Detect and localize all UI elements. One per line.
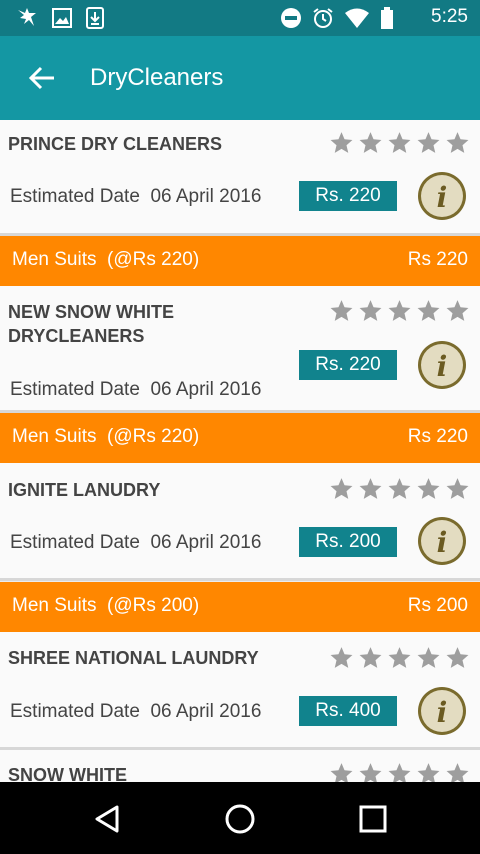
- estimated-label: Estimated Date: [10, 379, 140, 400]
- price-badge: Rs. 400: [299, 696, 397, 726]
- cleaner-name: PRINCE DRY CLEANERS: [8, 134, 223, 154]
- order-item-rate: (@Rs 220): [107, 426, 200, 447]
- star-icon[interactable]: [329, 298, 354, 323]
- back-nav-icon[interactable]: [92, 804, 122, 834]
- star-icon[interactable]: [387, 476, 412, 501]
- download-icon: [86, 7, 104, 29]
- dry-cleaner-list[interactable]: PRINCE DRY CLEANERS Estimated Date 06 Ap…: [0, 120, 480, 782]
- rating-stars[interactable]: [329, 130, 470, 155]
- back-arrow-icon[interactable]: [28, 64, 56, 92]
- wifi-icon: [345, 8, 369, 28]
- list-item[interactable]: SNOW WHITE: [0, 750, 480, 782]
- order-item-label: Men Suits: [12, 595, 97, 616]
- order-summary-row: Men Suits (@Rs 200) Rs 200: [0, 582, 480, 632]
- info-button[interactable]: i: [418, 687, 466, 735]
- list-item[interactable]: PRINCE DRY CLEANERS Estimated Date 06 Ap…: [0, 120, 480, 236]
- star-icon[interactable]: [445, 130, 470, 155]
- list-item[interactable]: IGNITE LANUDRY Estimated Date 06 April 2…: [0, 463, 480, 581]
- list-item[interactable]: SHREE NATIONAL LAUNDRY Estimated Date 06…: [0, 632, 480, 750]
- cleaner-name: SNOW WHITE: [8, 765, 127, 782]
- price-badge: Rs. 200: [299, 527, 397, 557]
- star-icon[interactable]: [445, 761, 470, 782]
- order-item-rate: (@Rs 200): [107, 595, 200, 616]
- order-summary-row: Men Suits (@Rs 220) Rs 220: [0, 413, 480, 463]
- cleaner-name: IGNITE LANUDRY: [8, 480, 161, 500]
- info-button[interactable]: i: [418, 172, 466, 220]
- estimated-label: Estimated Date: [10, 186, 140, 207]
- estimated-label: Estimated Date: [10, 701, 140, 722]
- order-item-rate: (@Rs 220): [107, 249, 200, 270]
- estimated-date: Estimated Date 06 April 2016: [10, 379, 261, 401]
- order-item-label: Men Suits: [12, 426, 97, 447]
- star-icon[interactable]: [329, 761, 354, 782]
- cleaner-name: NEW SNOW WHITE DRYCLEANERS: [8, 302, 174, 346]
- star-icon[interactable]: [445, 645, 470, 670]
- star-icon[interactable]: [416, 130, 441, 155]
- star-icon[interactable]: [329, 476, 354, 501]
- cleaner-name: SHREE NATIONAL LAUNDRY: [8, 648, 259, 668]
- star-icon[interactable]: [358, 645, 383, 670]
- settings-icon: [18, 8, 36, 26]
- order-amount: Rs 200: [407, 595, 468, 616]
- clock: 5:25: [431, 6, 468, 27]
- star-icon[interactable]: [358, 476, 383, 501]
- order-summary-row: Men Suits (@Rs 220) Rs 220: [0, 236, 480, 286]
- date-value: 06 April 2016: [150, 379, 262, 400]
- star-icon[interactable]: [358, 761, 383, 782]
- dnd-icon: [281, 8, 301, 28]
- rating-stars[interactable]: [329, 298, 470, 323]
- order-amount: Rs 220: [407, 249, 468, 270]
- battery-icon: [381, 7, 393, 29]
- alarm-icon: [313, 8, 333, 28]
- star-icon[interactable]: [416, 761, 441, 782]
- star-icon[interactable]: [387, 761, 412, 782]
- home-nav-icon[interactable]: [224, 803, 256, 835]
- date-value: 06 April 2016: [150, 186, 262, 207]
- order-item-label: Men Suits: [12, 249, 97, 270]
- estimated-date: Estimated Date 06 April 2016: [10, 701, 261, 723]
- star-icon[interactable]: [416, 645, 441, 670]
- info-icon: i: [436, 350, 448, 383]
- app-bar: DryCleaners: [0, 36, 480, 120]
- star-icon[interactable]: [358, 130, 383, 155]
- info-button[interactable]: i: [418, 517, 466, 565]
- info-icon: i: [436, 181, 448, 214]
- navigation-bar: [0, 782, 480, 854]
- star-icon[interactable]: [445, 298, 470, 323]
- image-icon: [52, 8, 72, 28]
- star-icon[interactable]: [329, 645, 354, 670]
- list-item[interactable]: NEW SNOW WHITE DRYCLEANERS Rs. 220 i Est…: [0, 286, 480, 413]
- price-badge: Rs. 220: [299, 181, 397, 211]
- status-bar: 5:25: [0, 0, 480, 36]
- price-badge: Rs. 220: [299, 350, 397, 380]
- star-icon[interactable]: [387, 298, 412, 323]
- star-icon[interactable]: [445, 476, 470, 501]
- page-title: DryCleaners: [90, 64, 224, 91]
- star-icon[interactable]: [416, 476, 441, 501]
- rating-stars[interactable]: [329, 645, 470, 670]
- estimated-date: Estimated Date 06 April 2016: [10, 532, 261, 554]
- estimated-date: Estimated Date 06 April 2016: [10, 186, 261, 208]
- info-icon: i: [436, 696, 448, 729]
- info-button[interactable]: i: [418, 341, 466, 389]
- star-icon[interactable]: [416, 298, 441, 323]
- star-icon[interactable]: [329, 130, 354, 155]
- info-icon: i: [436, 526, 448, 559]
- star-icon[interactable]: [387, 130, 412, 155]
- recents-nav-icon[interactable]: [359, 805, 387, 833]
- rating-stars[interactable]: [329, 761, 470, 782]
- estimated-label: Estimated Date: [10, 532, 140, 553]
- star-icon[interactable]: [358, 298, 383, 323]
- order-amount: Rs 220: [407, 426, 468, 447]
- star-icon[interactable]: [387, 645, 412, 670]
- date-value: 06 April 2016: [150, 701, 262, 722]
- date-value: 06 April 2016: [150, 532, 262, 553]
- rating-stars[interactable]: [329, 476, 470, 501]
